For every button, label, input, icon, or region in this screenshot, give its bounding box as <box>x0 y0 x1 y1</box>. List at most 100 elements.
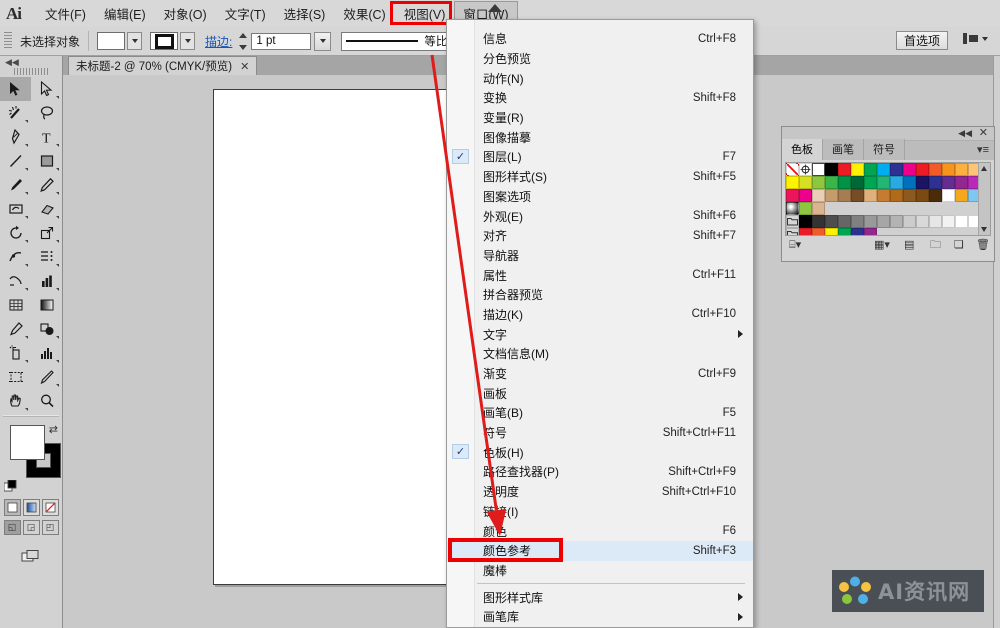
menu-item-18[interactable]: 画板 <box>447 383 753 403</box>
rotate-tool[interactable] <box>0 221 31 245</box>
options-bar-grip[interactable] <box>4 32 12 50</box>
swatch-color[interactable] <box>955 215 968 228</box>
menu-object[interactable]: 对象(O) <box>155 1 216 26</box>
swatch-color[interactable] <box>929 189 942 202</box>
swatch-color[interactable] <box>929 163 942 176</box>
delete-swatch-icon[interactable]: 🗑 <box>976 239 990 252</box>
menu-edit[interactable]: 编辑(E) <box>95 1 155 26</box>
gradient-tool[interactable] <box>31 293 62 317</box>
gradient-mode-icon[interactable] <box>22 499 40 516</box>
menu-item-5[interactable]: 图像描摹 <box>447 127 753 147</box>
swatch-color[interactable] <box>955 176 968 189</box>
swatch-color[interactable] <box>942 215 955 228</box>
swatch-color[interactable] <box>864 189 877 202</box>
swatch-color[interactable] <box>890 215 903 228</box>
menu-item-7[interactable]: 图形样式(S) Shift+F5 <box>447 167 753 187</box>
swatch-color[interactable] <box>864 228 877 235</box>
full-screen-mode-icon[interactable]: ◰ <box>41 520 59 535</box>
swatch-color[interactable] <box>851 228 864 235</box>
magic-wand-tool[interactable] <box>0 101 31 125</box>
column-graph-tool[interactable] <box>31 269 62 293</box>
menu-item-9[interactable]: 外观(E) Shift+F6 <box>447 206 753 226</box>
menu-item-30[interactable]: 画笔库 <box>447 607 753 627</box>
swatch-color[interactable] <box>903 176 916 189</box>
swatch-color[interactable] <box>864 163 877 176</box>
menu-item-13[interactable]: 拼合器预览 <box>447 285 753 305</box>
menu-item-27[interactable]: 魔棒 <box>447 561 753 581</box>
panel-menu-icon[interactable]: ▾≡ <box>977 145 989 156</box>
swatch-color[interactable] <box>838 228 851 235</box>
new-swatch-icon[interactable]: ❏ <box>954 239 964 252</box>
pen-tool[interactable] <box>0 125 31 149</box>
stroke-width-stepper[interactable] <box>238 32 248 50</box>
eyedropper-tool[interactable] <box>0 317 31 341</box>
swatch-color[interactable] <box>916 163 929 176</box>
swatch-color[interactable] <box>877 176 890 189</box>
document-tab[interactable]: 未标题-2 @ 70% (CMYK/预览) ✕ <box>68 56 258 75</box>
tab-symbols[interactable]: 符号 <box>864 139 905 160</box>
fill-color-control[interactable] <box>10 425 45 460</box>
paintbrush-tool[interactable] <box>0 173 31 197</box>
swatch-color[interactable] <box>799 176 812 189</box>
artboard-tool[interactable] <box>0 365 31 389</box>
swatch-color[interactable] <box>838 189 851 202</box>
menu-item-0[interactable]: 信息 Ctrl+F8 <box>447 29 753 49</box>
menu-item-20[interactable]: 符号 Shift+Ctrl+F11 <box>447 423 753 443</box>
new-group-icon[interactable]: 🗀 <box>930 239 941 252</box>
swatch-color[interactable] <box>851 176 864 189</box>
shape-builder-tool[interactable] <box>31 245 62 269</box>
swatch-color[interactable] <box>799 228 812 235</box>
normal-screen-mode-icon[interactable]: ◱ <box>3 520 21 535</box>
swatch-color[interactable] <box>890 189 903 202</box>
tab-swatches[interactable]: 色板 <box>782 139 823 160</box>
stroke-color-swatch[interactable] <box>150 32 179 50</box>
swatch-color[interactable] <box>799 189 812 202</box>
tools-panel-header[interactable]: ◀◀ <box>0 56 62 68</box>
swatch-color[interactable] <box>955 163 968 176</box>
artboard[interactable] <box>213 89 464 585</box>
close-icon[interactable]: ✕ <box>979 127 988 140</box>
swatch-color[interactable] <box>851 163 864 176</box>
menu-item-17[interactable]: 渐变 Ctrl+F9 <box>447 364 753 384</box>
swatch-color[interactable] <box>890 176 903 189</box>
swatch-color[interactable] <box>955 189 968 202</box>
swatch-color[interactable] <box>929 215 942 228</box>
swatch-color[interactable] <box>812 228 825 235</box>
symbol-sprayer-tool[interactable] <box>0 341 31 365</box>
swatch-gradient[interactable] <box>786 202 799 215</box>
swatch-color[interactable] <box>786 189 799 202</box>
menu-item-15[interactable]: 文字 <box>447 324 753 344</box>
tools-panel-grip[interactable] <box>14 68 48 75</box>
swatch-color[interactable] <box>864 176 877 189</box>
swatch-color[interactable] <box>916 215 929 228</box>
swatch-color[interactable] <box>825 228 838 235</box>
fill-color-swatch[interactable] <box>97 32 126 50</box>
perspective-grid-tool[interactable] <box>0 269 31 293</box>
swatch-color[interactable] <box>864 215 877 228</box>
menu-item-24[interactable]: 链接(I) <box>447 502 753 522</box>
menu-item-22[interactable]: 路径查找器(P) Shift+Ctrl+F9 <box>447 462 753 482</box>
close-icon[interactable]: ✕ <box>240 60 249 73</box>
menu-item-11[interactable]: 导航器 <box>447 246 753 266</box>
swatch-color[interactable] <box>877 215 890 228</box>
mesh-tool[interactable] <box>0 293 31 317</box>
swatch-color[interactable] <box>851 215 864 228</box>
swatch-color[interactable] <box>890 163 903 176</box>
swatch-white[interactable] <box>812 163 825 176</box>
menu-item-21[interactable]: ✓ 色板(H) <box>447 442 753 462</box>
swatch-group-folder-icon[interactable] <box>786 215 799 228</box>
fill-color-dropdown[interactable] <box>127 32 143 50</box>
swatch-group-folder-icon[interactable] <box>786 228 799 235</box>
menu-item-3[interactable]: 变换 Shift+F8 <box>447 88 753 108</box>
direct-selection-tool[interactable] <box>31 77 62 101</box>
swatch-color[interactable] <box>812 176 825 189</box>
menu-item-8[interactable]: 图案选项 <box>447 187 753 207</box>
swatch-color[interactable] <box>838 163 851 176</box>
swatches-grid-area[interactable] <box>785 162 991 236</box>
swatches-scrollbar[interactable] <box>978 163 990 235</box>
swatch-color[interactable] <box>877 163 890 176</box>
menu-item-12[interactable]: 属性 Ctrl+F11 <box>447 265 753 285</box>
swatch-color[interactable] <box>799 202 812 215</box>
stroke-width-dropdown[interactable] <box>314 31 332 51</box>
swatch-color[interactable] <box>812 202 825 215</box>
